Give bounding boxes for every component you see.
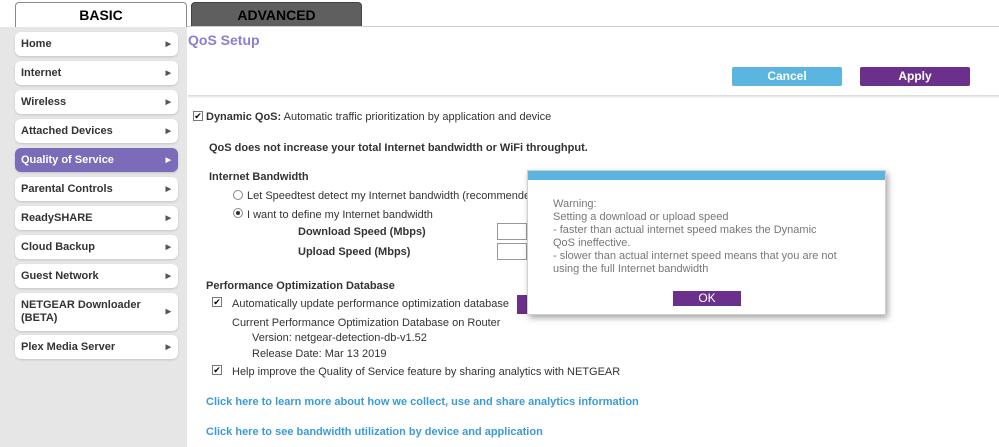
dialog-line: QoS ineffective. xyxy=(553,237,631,249)
dynamic-qos-checkbox[interactable]: ✔ xyxy=(193,111,203,121)
auto-update-label: Automatically update performance optimiz… xyxy=(232,298,509,310)
sidebar-item-label: Internet xyxy=(21,67,62,79)
page-title: QoS Setup xyxy=(188,32,260,48)
sidebar-item-label: Parental Controls xyxy=(21,183,113,195)
speedtest-radio[interactable] xyxy=(233,190,243,200)
checkmark-icon: ✔ xyxy=(213,297,221,307)
sidebar-item-label: Wireless xyxy=(21,96,67,108)
sidebar-item-internet[interactable]: Internet ▶ xyxy=(15,61,178,85)
sidebar-item-wireless[interactable]: Wireless ▶ xyxy=(15,90,178,114)
tab-advanced[interactable]: ADVANCED xyxy=(191,2,362,27)
sidebar-item-attached-devices[interactable]: Attached Devices ▶ xyxy=(15,119,178,143)
tab-basic[interactable]: BASIC xyxy=(15,2,187,27)
auto-update-checkbox[interactable]: ✔ xyxy=(212,297,222,307)
sidebar-item-label: Guest Network xyxy=(21,270,99,282)
checkmark-icon: ✔ xyxy=(213,365,221,375)
speedtest-option-label: Let Speedtest detect my Internet bandwid… xyxy=(247,190,540,202)
db-version: Version: netgear-detection-db-v1.52 xyxy=(252,332,427,344)
sidebar-item-label: Quality of Service xyxy=(21,154,114,166)
chevron-right-icon: ▶ xyxy=(165,157,171,164)
sidebar-item-label: Cloud Backup xyxy=(21,241,95,253)
define-bandwidth-option-label: I want to define my Internet bandwidth xyxy=(247,209,433,221)
dialog-title-bar xyxy=(528,171,885,180)
checkmark-icon: ✔ xyxy=(194,111,202,121)
upload-speed-label: Upload Speed (Mbps) xyxy=(298,246,411,258)
dialog-line: Warning: xyxy=(553,198,597,210)
sidebar-item-label: ReadySHARE xyxy=(21,212,93,224)
chevron-right-icon: ▶ xyxy=(165,215,171,222)
analytics-label: Help improve the Quality of Service feat… xyxy=(232,366,621,378)
chevron-right-icon: ▶ xyxy=(165,128,171,135)
dialog-line: using the full Internet bandwidth xyxy=(553,263,709,275)
download-speed-label: Download Speed (Mbps) xyxy=(298,226,426,238)
sidebar-item-readyshare[interactable]: ReadySHARE ▶ xyxy=(15,206,178,230)
sidebar-item-plex-media-server[interactable]: Plex Media Server ▶ xyxy=(15,335,178,359)
analytics-checkbox[interactable]: ✔ xyxy=(212,365,222,375)
dialog-message: Warning: Setting a download or upload sp… xyxy=(553,198,873,276)
performance-db-heading: Performance Optimization Database xyxy=(206,280,395,292)
define-bandwidth-radio[interactable] xyxy=(233,208,243,218)
dynamic-qos-description: Automatic traffic prioritization by appl… xyxy=(283,111,552,123)
qos-note: QoS does not increase your total Interne… xyxy=(209,142,588,154)
dynamic-qos-label: Dynamic QoS: xyxy=(206,111,282,123)
cancel-button[interactable]: Cancel xyxy=(732,67,842,86)
chevron-right-icon: ▶ xyxy=(165,344,171,351)
sidebar-item-quality-of-service[interactable]: Quality of Service ▶ xyxy=(15,148,178,172)
current-db-label: Current Performance Optimization Databas… xyxy=(232,317,501,329)
chevron-right-icon: ▶ xyxy=(165,70,171,77)
dialog-line: - slower than actual internet speed mean… xyxy=(553,250,837,262)
chevron-right-icon: ▶ xyxy=(165,99,171,106)
apply-button[interactable]: Apply xyxy=(860,67,970,86)
chevron-right-icon: ▶ xyxy=(165,186,171,193)
header-divider xyxy=(188,95,999,98)
sidebar-item-home[interactable]: Home ▶ xyxy=(15,32,178,56)
chevron-right-icon: ▶ xyxy=(165,273,171,280)
chevron-right-icon: ▶ xyxy=(165,244,171,251)
bandwidth-utilization-link[interactable]: Click here to see bandwidth utilization … xyxy=(206,426,543,438)
warning-dialog: Warning: Setting a download or upload sp… xyxy=(527,170,886,315)
dialog-line: Setting a download or upload speed xyxy=(553,211,729,223)
chevron-right-icon: ▶ xyxy=(165,308,171,316)
dynamic-qos-row: Dynamic QoS: Automatic traffic prioritiz… xyxy=(206,111,551,123)
db-release-date: Release Date: Mar 13 2019 xyxy=(252,348,387,360)
internet-bandwidth-heading: Internet Bandwidth xyxy=(209,171,309,183)
tab-divider xyxy=(187,26,999,27)
sidebar-item-label: Attached Devices xyxy=(21,125,113,137)
sidebar-item-label: Plex Media Server xyxy=(21,341,116,353)
dialog-line: - faster than actual internet speed make… xyxy=(553,224,817,236)
sidebar-item-label: NETGEAR Downloader (BETA) xyxy=(21,299,141,324)
sidebar-item-netgear-downloader[interactable]: NETGEAR Downloader (BETA) ▶ xyxy=(15,293,178,331)
chevron-right-icon: ▶ xyxy=(165,41,171,48)
analytics-info-link[interactable]: Click here to learn more about how we co… xyxy=(206,396,639,408)
sidebar-item-label: Home xyxy=(21,38,52,50)
ok-button[interactable]: OK xyxy=(673,291,741,306)
sidebar-item-parental-controls[interactable]: Parental Controls ▶ xyxy=(15,177,178,201)
download-speed-input[interactable] xyxy=(497,223,527,240)
sidebar-item-cloud-backup[interactable]: Cloud Backup ▶ xyxy=(15,235,178,259)
sidebar-item-guest-network[interactable]: Guest Network ▶ xyxy=(15,264,178,288)
upload-speed-input[interactable] xyxy=(497,243,527,260)
